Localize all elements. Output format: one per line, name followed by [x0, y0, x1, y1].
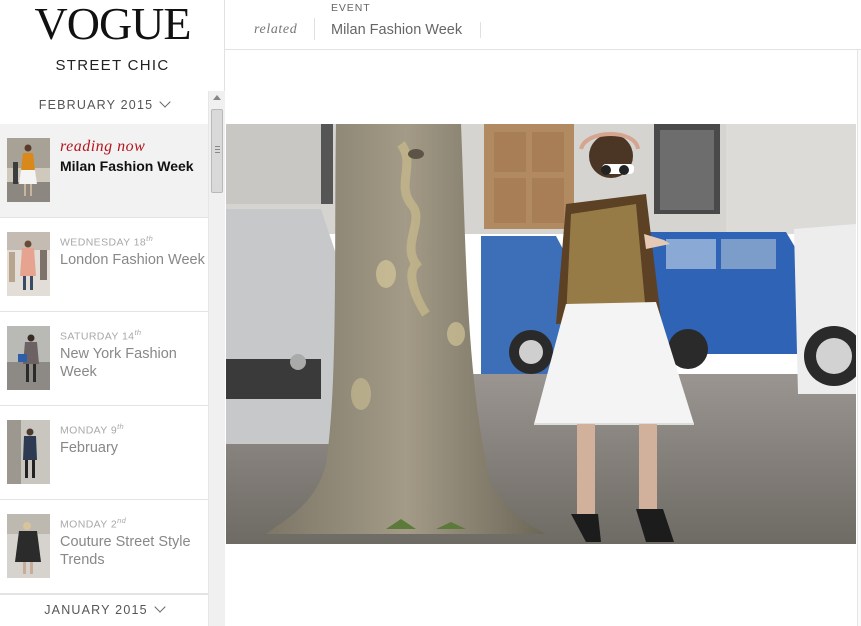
divider: [480, 22, 481, 38]
thumbnail-image: [7, 138, 50, 202]
scrollbar-thumb[interactable]: [211, 109, 223, 193]
scroll-up-arrow-icon[interactable]: [213, 95, 221, 100]
article-title: February: [60, 439, 119, 456]
event-label: EVENT: [331, 2, 371, 14]
sidebar: VOGUE STREET CHIC FEBRUARY 2015 reading …: [0, 0, 225, 626]
article-title: Milan Fashion Week: [60, 158, 194, 174]
month-selector-february[interactable]: FEBRUARY 2015: [0, 96, 208, 112]
article-list: reading now Milan Fashion Week WEDNESDAY…: [0, 124, 208, 594]
article-date: MONDAY 9th: [60, 422, 125, 437]
thumbnail-image: [7, 326, 50, 390]
list-item[interactable]: MONDAY 2nd Couture Street Style Trends: [0, 500, 208, 594]
thumbnail-image: [7, 232, 50, 296]
chevron-down-icon: [154, 601, 166, 613]
thumbnail-image: [7, 420, 50, 484]
reading-now-label: reading now: [60, 138, 146, 155]
article-title: Couture Street Style Trends: [60, 533, 191, 568]
article-date: WEDNESDAY 18th: [60, 234, 154, 249]
top-bar: related EVENT Milan Fashion Week: [225, 0, 861, 50]
list-item[interactable]: SATURDAY 14th New York Fashion Week: [0, 312, 208, 406]
thumbnail-image: [7, 514, 50, 578]
list-item[interactable]: reading now Milan Fashion Week: [0, 124, 208, 218]
sidebar-scrollbar[interactable]: [208, 91, 225, 626]
page-edge: [857, 50, 861, 626]
list-item[interactable]: MONDAY 9th February: [0, 406, 208, 500]
list-item[interactable]: WEDNESDAY 18th London Fashion Week: [0, 218, 208, 312]
month-label: JANUARY 2015: [44, 603, 148, 617]
article-title: New York Fashion Week: [60, 345, 177, 380]
article-title: London Fashion Week: [60, 251, 205, 268]
vogue-logo[interactable]: VOGUE: [0, 1, 225, 47]
scroll-grip-icon: [215, 146, 220, 147]
related-label: related: [254, 22, 298, 37]
event-link[interactable]: Milan Fashion Week: [331, 22, 462, 38]
month-label: FEBRUARY 2015: [38, 98, 154, 112]
divider: [314, 18, 315, 40]
article-date: MONDAY 2nd: [60, 516, 127, 531]
main-street-style-photo[interactable]: [226, 124, 856, 544]
chevron-down-icon: [159, 96, 171, 108]
month-selector-january[interactable]: JANUARY 2015: [0, 601, 208, 617]
section-title[interactable]: STREET CHIC: [0, 57, 225, 74]
article-date: SATURDAY 14th: [60, 328, 142, 343]
